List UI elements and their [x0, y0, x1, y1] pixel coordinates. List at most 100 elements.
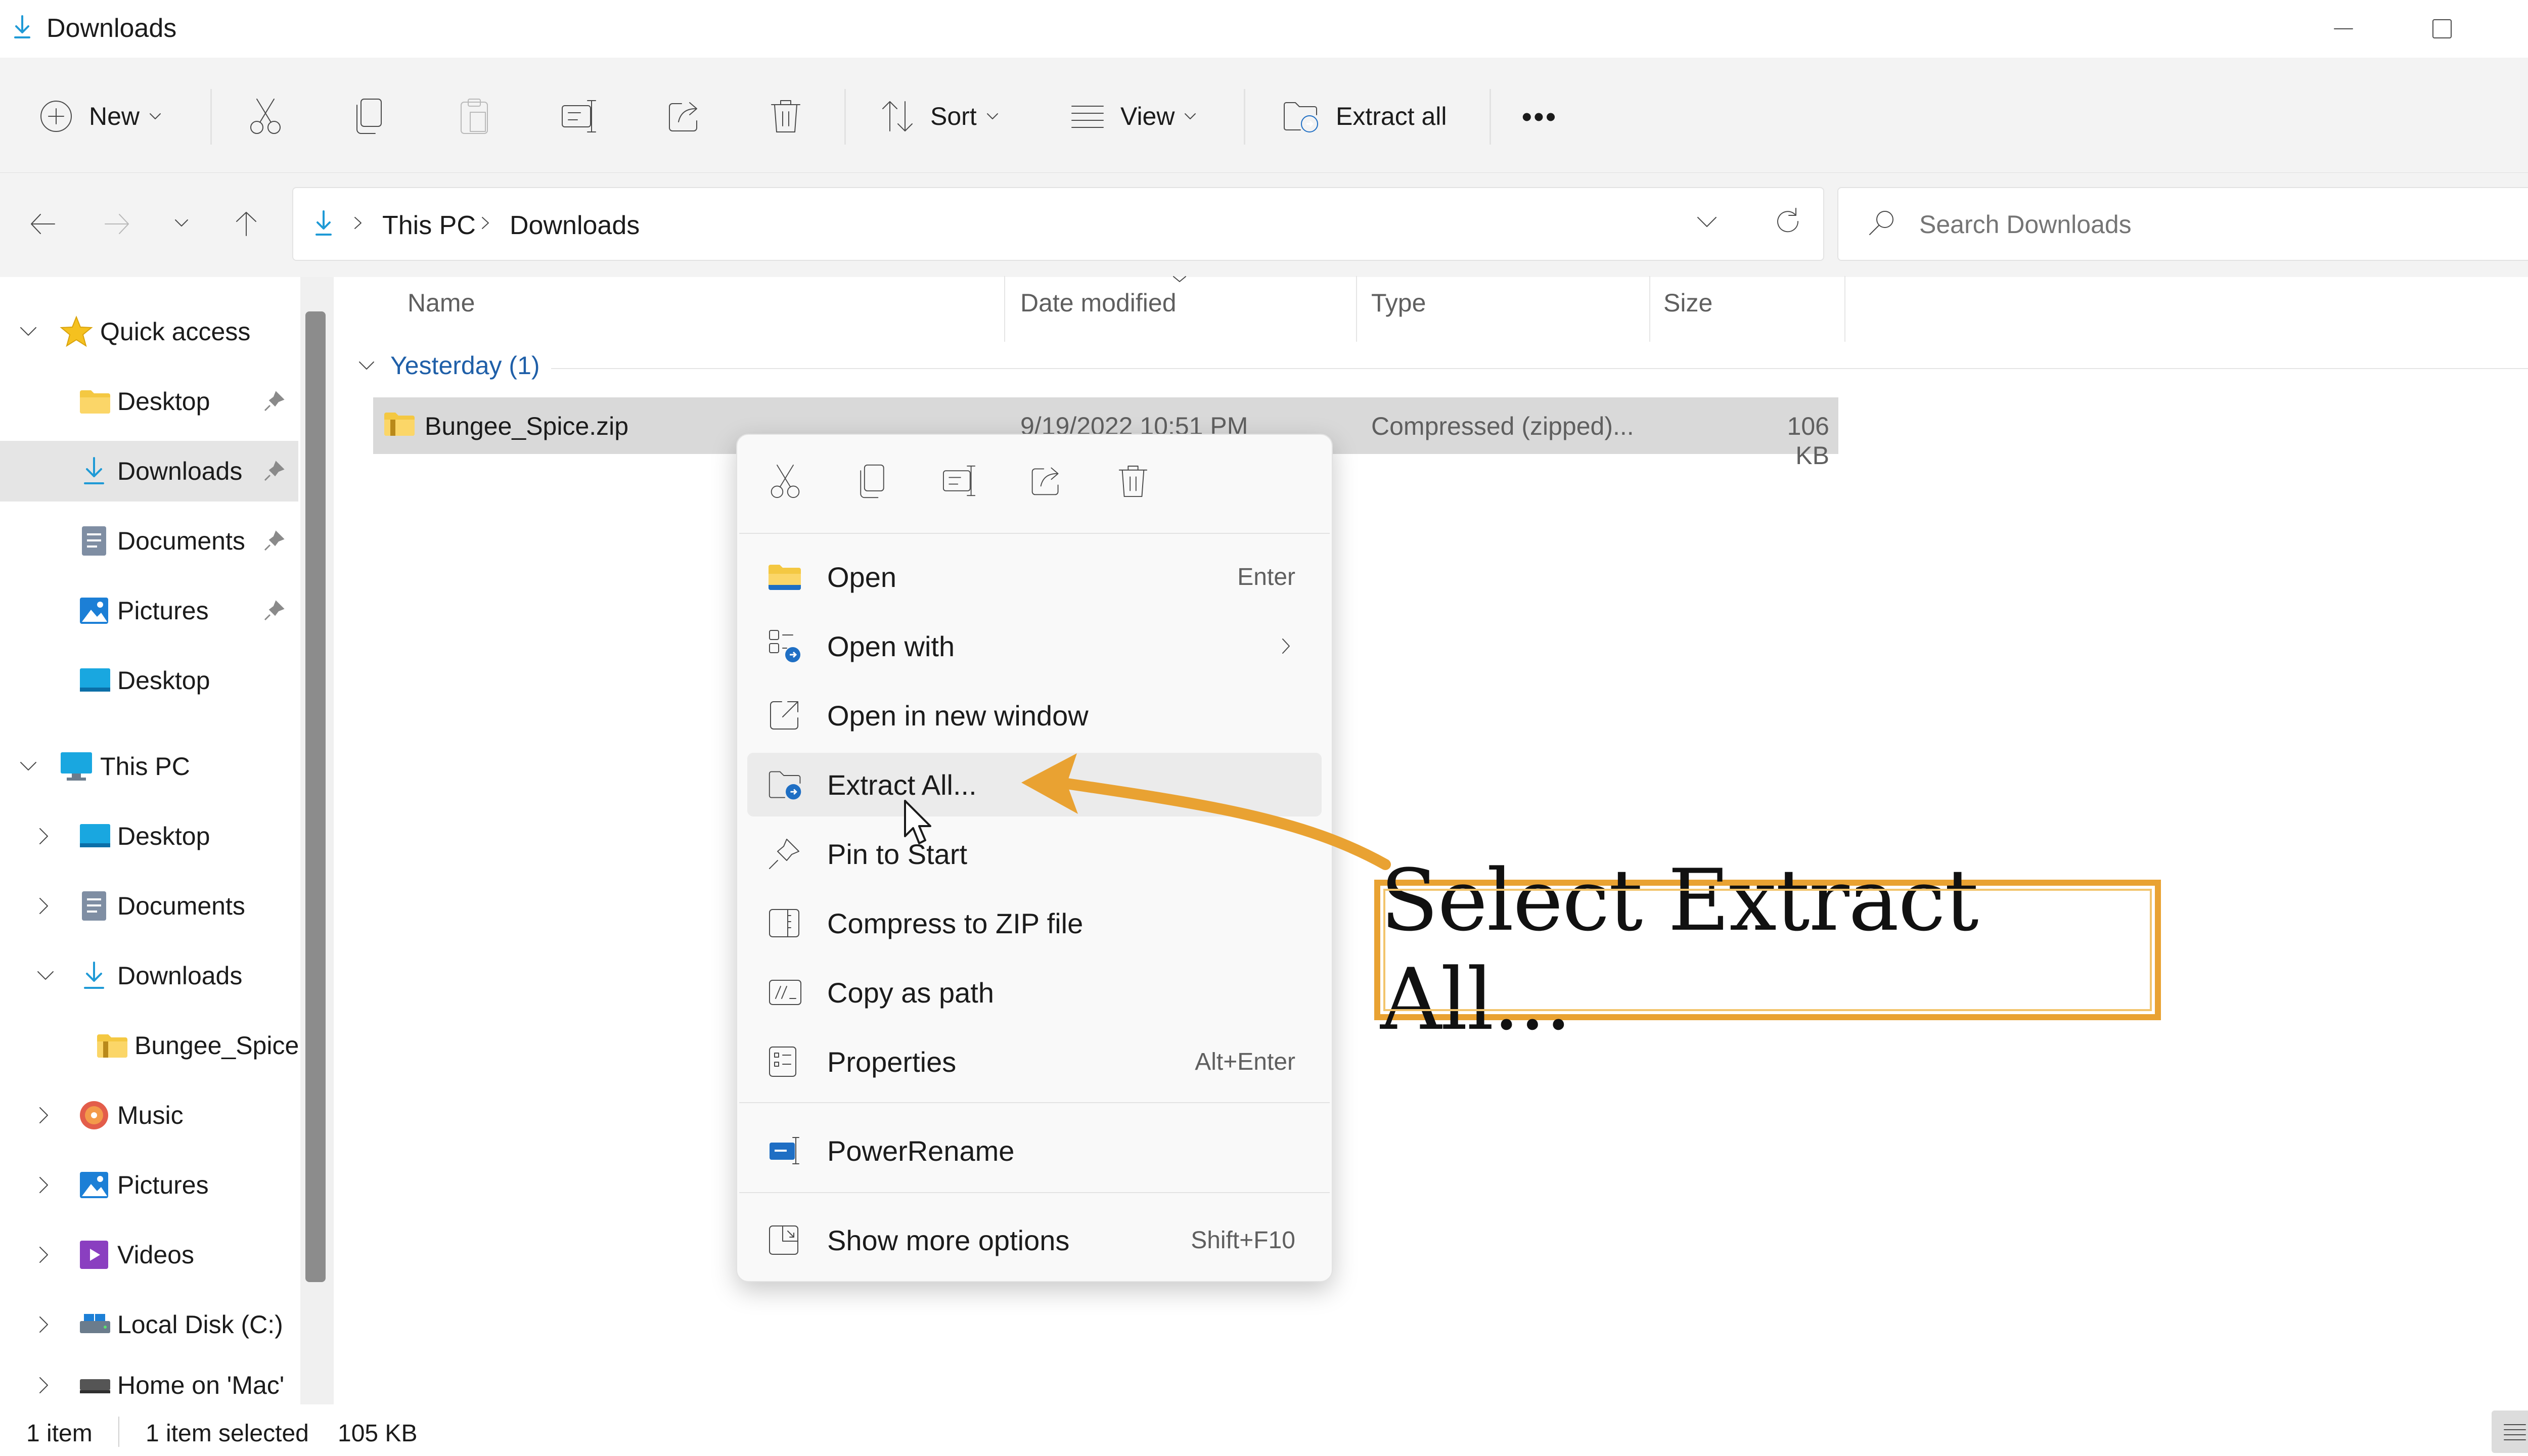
- sidebar-quick-access[interactable]: Quick access: [0, 301, 298, 362]
- context-share-button[interactable]: [1029, 464, 1063, 497]
- context-rename-button[interactable]: [941, 464, 978, 497]
- pin-icon: [263, 600, 285, 622]
- arrow-right-icon: [103, 211, 131, 237]
- context-delete-button[interactable]: [1117, 463, 1149, 499]
- group-header-yesterday[interactable]: Yesterday (1): [358, 351, 540, 380]
- sidebar-item-desktop-2[interactable]: Desktop: [0, 650, 298, 711]
- recent-locations-button[interactable]: [174, 218, 189, 229]
- sidebar-item-desktop-pinned[interactable]: Desktop: [0, 371, 298, 432]
- context-copy-button[interactable]: [857, 463, 887, 499]
- menu-item-label: Copy as path: [827, 976, 994, 1009]
- menu-item-powerrename[interactable]: PowerRename: [747, 1119, 1322, 1182]
- sidebar-item-pictures[interactable]: Pictures: [0, 1155, 298, 1215]
- delete-button[interactable]: [770, 86, 802, 147]
- menu-item-copy-as-path[interactable]: Copy as path: [747, 961, 1322, 1024]
- sidebar-item-home-on-mac[interactable]: Home on 'Mac': [0, 1364, 298, 1406]
- column-header-date-modified[interactable]: Date modified: [1020, 288, 1177, 317]
- search-input[interactable]: [1919, 206, 2528, 243]
- menu-item-show-more-options[interactable]: Show more options Shift+F10: [747, 1208, 1322, 1272]
- sidebar-item-music[interactable]: Music: [0, 1085, 298, 1146]
- extract-all-button[interactable]: Extract all: [1282, 86, 1447, 147]
- file-type: Compressed (zipped)...: [1371, 412, 1634, 440]
- column-divider[interactable]: [1844, 276, 1845, 342]
- more-options-button[interactable]: •••: [1522, 86, 1558, 147]
- breadcrumb-downloads[interactable]: Downloads: [510, 210, 640, 241]
- address-dropdown-button[interactable]: [1696, 215, 1718, 229]
- copy-button[interactable]: [354, 86, 384, 147]
- close-button[interactable]: [2503, 10, 2528, 48]
- menu-item-properties[interactable]: Properties Alt+Enter: [747, 1030, 1322, 1094]
- new-button[interactable]: New: [38, 86, 162, 147]
- menu-item-label: Open with: [827, 630, 955, 662]
- cut-button[interactable]: [248, 86, 283, 147]
- sidebar-item-label: Videos: [117, 1241, 194, 1269]
- sort-icon: [880, 99, 915, 134]
- column-header-type[interactable]: Type: [1371, 288, 1426, 317]
- sidebar-scrollbar[interactable]: [305, 311, 326, 1282]
- open-with-icon: [768, 628, 803, 664]
- pin-icon: [263, 460, 285, 482]
- group-label: Yesterday (1): [390, 351, 540, 380]
- details-view-button[interactable]: [2492, 1410, 2528, 1453]
- refresh-button[interactable]: [1773, 206, 1803, 237]
- search-box[interactable]: [1837, 187, 2528, 261]
- zip-folder-icon: [96, 1032, 128, 1059]
- chevron-down-icon: [19, 761, 37, 772]
- copy-icon: [857, 463, 887, 499]
- column-header-size[interactable]: Size: [1663, 288, 1712, 317]
- sidebar-item-local-disk[interactable]: Local Disk (C:): [0, 1294, 298, 1355]
- minimize-button[interactable]: [2306, 10, 2381, 48]
- menu-item-label: Show more options: [827, 1224, 1070, 1256]
- address-bar[interactable]: This PC Downloads: [292, 187, 1824, 261]
- sidebar-item-label: Quick access: [100, 317, 251, 346]
- up-button[interactable]: [234, 209, 259, 238]
- maximize-button[interactable]: [2404, 10, 2480, 48]
- sidebar-item-label: Documents: [117, 892, 245, 920]
- file-name: Bungee_Spice.zip: [425, 412, 629, 440]
- column-divider[interactable]: [1649, 276, 1650, 342]
- sidebar-item-desktop[interactable]: Desktop: [0, 806, 298, 867]
- share-button[interactable]: [666, 86, 702, 147]
- star-icon: [60, 315, 93, 348]
- trash-icon: [1117, 463, 1149, 499]
- menu-divider: [739, 1192, 1330, 1193]
- sidebar-item-videos[interactable]: Videos: [0, 1224, 298, 1285]
- chevron-right-icon: [38, 827, 50, 845]
- sidebar-item-label: Local Disk (C:): [117, 1310, 283, 1339]
- extract-all-label: Extract all: [1336, 102, 1447, 130]
- menu-item-open-in-new-window[interactable]: Open in new window: [747, 684, 1322, 747]
- sidebar-item-downloads-pinned[interactable]: Downloads: [0, 441, 298, 502]
- chevron-right-icon: [38, 1315, 50, 1334]
- toolbar-divider: [1244, 89, 1245, 145]
- sidebar-item-label: Documents: [117, 527, 245, 555]
- sidebar-this-pc[interactable]: This PC: [0, 736, 298, 797]
- new-label: New: [89, 102, 140, 130]
- status-selected: 1 item selected: [146, 1420, 309, 1447]
- status-size: 105 KB: [338, 1420, 418, 1447]
- paste-button[interactable]: [458, 86, 490, 147]
- back-button[interactable]: [28, 211, 57, 237]
- sidebar-item-documents-pinned[interactable]: Documents: [0, 511, 298, 571]
- context-cut-button[interactable]: [769, 463, 802, 499]
- column-divider[interactable]: [1356, 276, 1357, 342]
- menu-item-compress-to-zip[interactable]: Compress to ZIP file: [747, 891, 1322, 955]
- pin-icon: [263, 530, 285, 552]
- view-button[interactable]: View: [1070, 86, 1197, 147]
- sidebar-item-documents[interactable]: Documents: [0, 876, 298, 936]
- sidebar-item-pictures-pinned[interactable]: Pictures: [0, 580, 298, 641]
- menu-item-open-with[interactable]: Open with: [747, 614, 1322, 678]
- forward-button[interactable]: [103, 211, 131, 237]
- plus-circle-icon: [38, 99, 74, 134]
- column-divider[interactable]: [1004, 276, 1005, 342]
- breadcrumb-this-pc[interactable]: This PC: [382, 210, 476, 241]
- sort-button[interactable]: Sort: [880, 86, 999, 147]
- sidebar-item-bungee-spice[interactable]: Bungee_Spice: [0, 1015, 299, 1076]
- menu-item-open[interactable]: Open Enter: [747, 545, 1322, 609]
- window-title: Downloads: [47, 14, 177, 43]
- column-header-name[interactable]: Name: [408, 288, 475, 317]
- sidebar-item-downloads[interactable]: Downloads: [0, 945, 298, 1006]
- sidebar-item-label: Home on 'Mac': [117, 1371, 285, 1399]
- rename-button[interactable]: [560, 86, 599, 147]
- sidebar-item-label: Downloads: [117, 962, 243, 990]
- folder-icon: [79, 388, 111, 415]
